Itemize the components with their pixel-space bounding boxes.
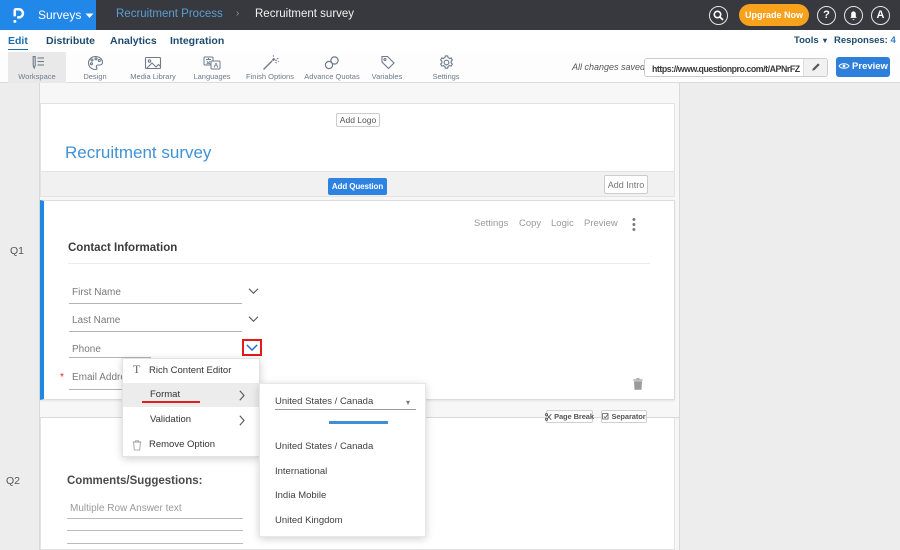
svg-text:A: A [214, 63, 219, 70]
